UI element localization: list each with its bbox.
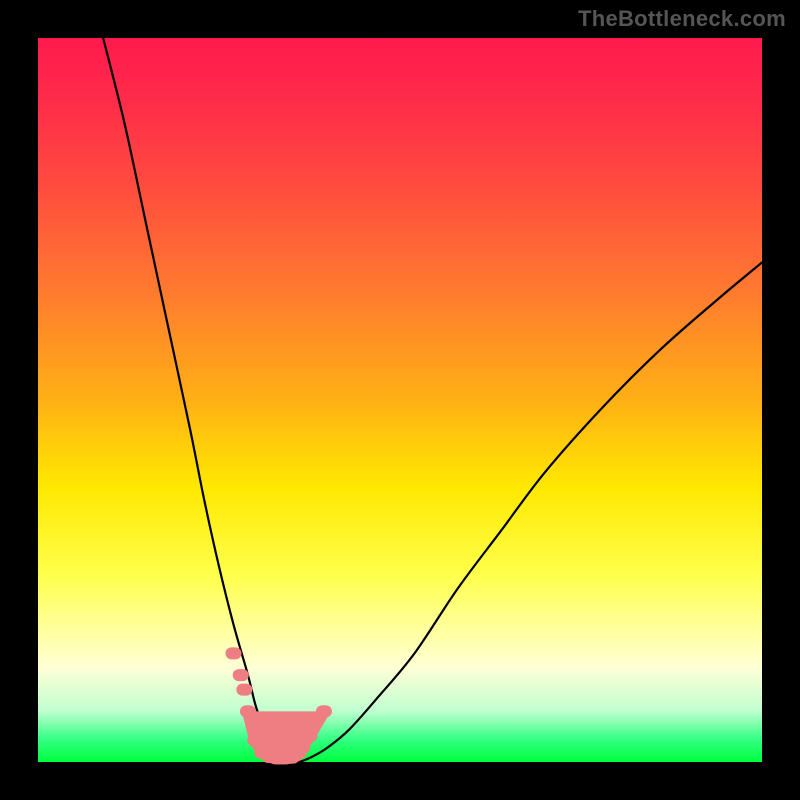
plot-area xyxy=(38,38,762,762)
bottleneck-curve xyxy=(103,38,762,763)
chart-overlay xyxy=(38,38,762,762)
watermark-text: TheBottleneck.com xyxy=(578,6,786,32)
chart-frame: TheBottleneck.com xyxy=(0,0,800,800)
